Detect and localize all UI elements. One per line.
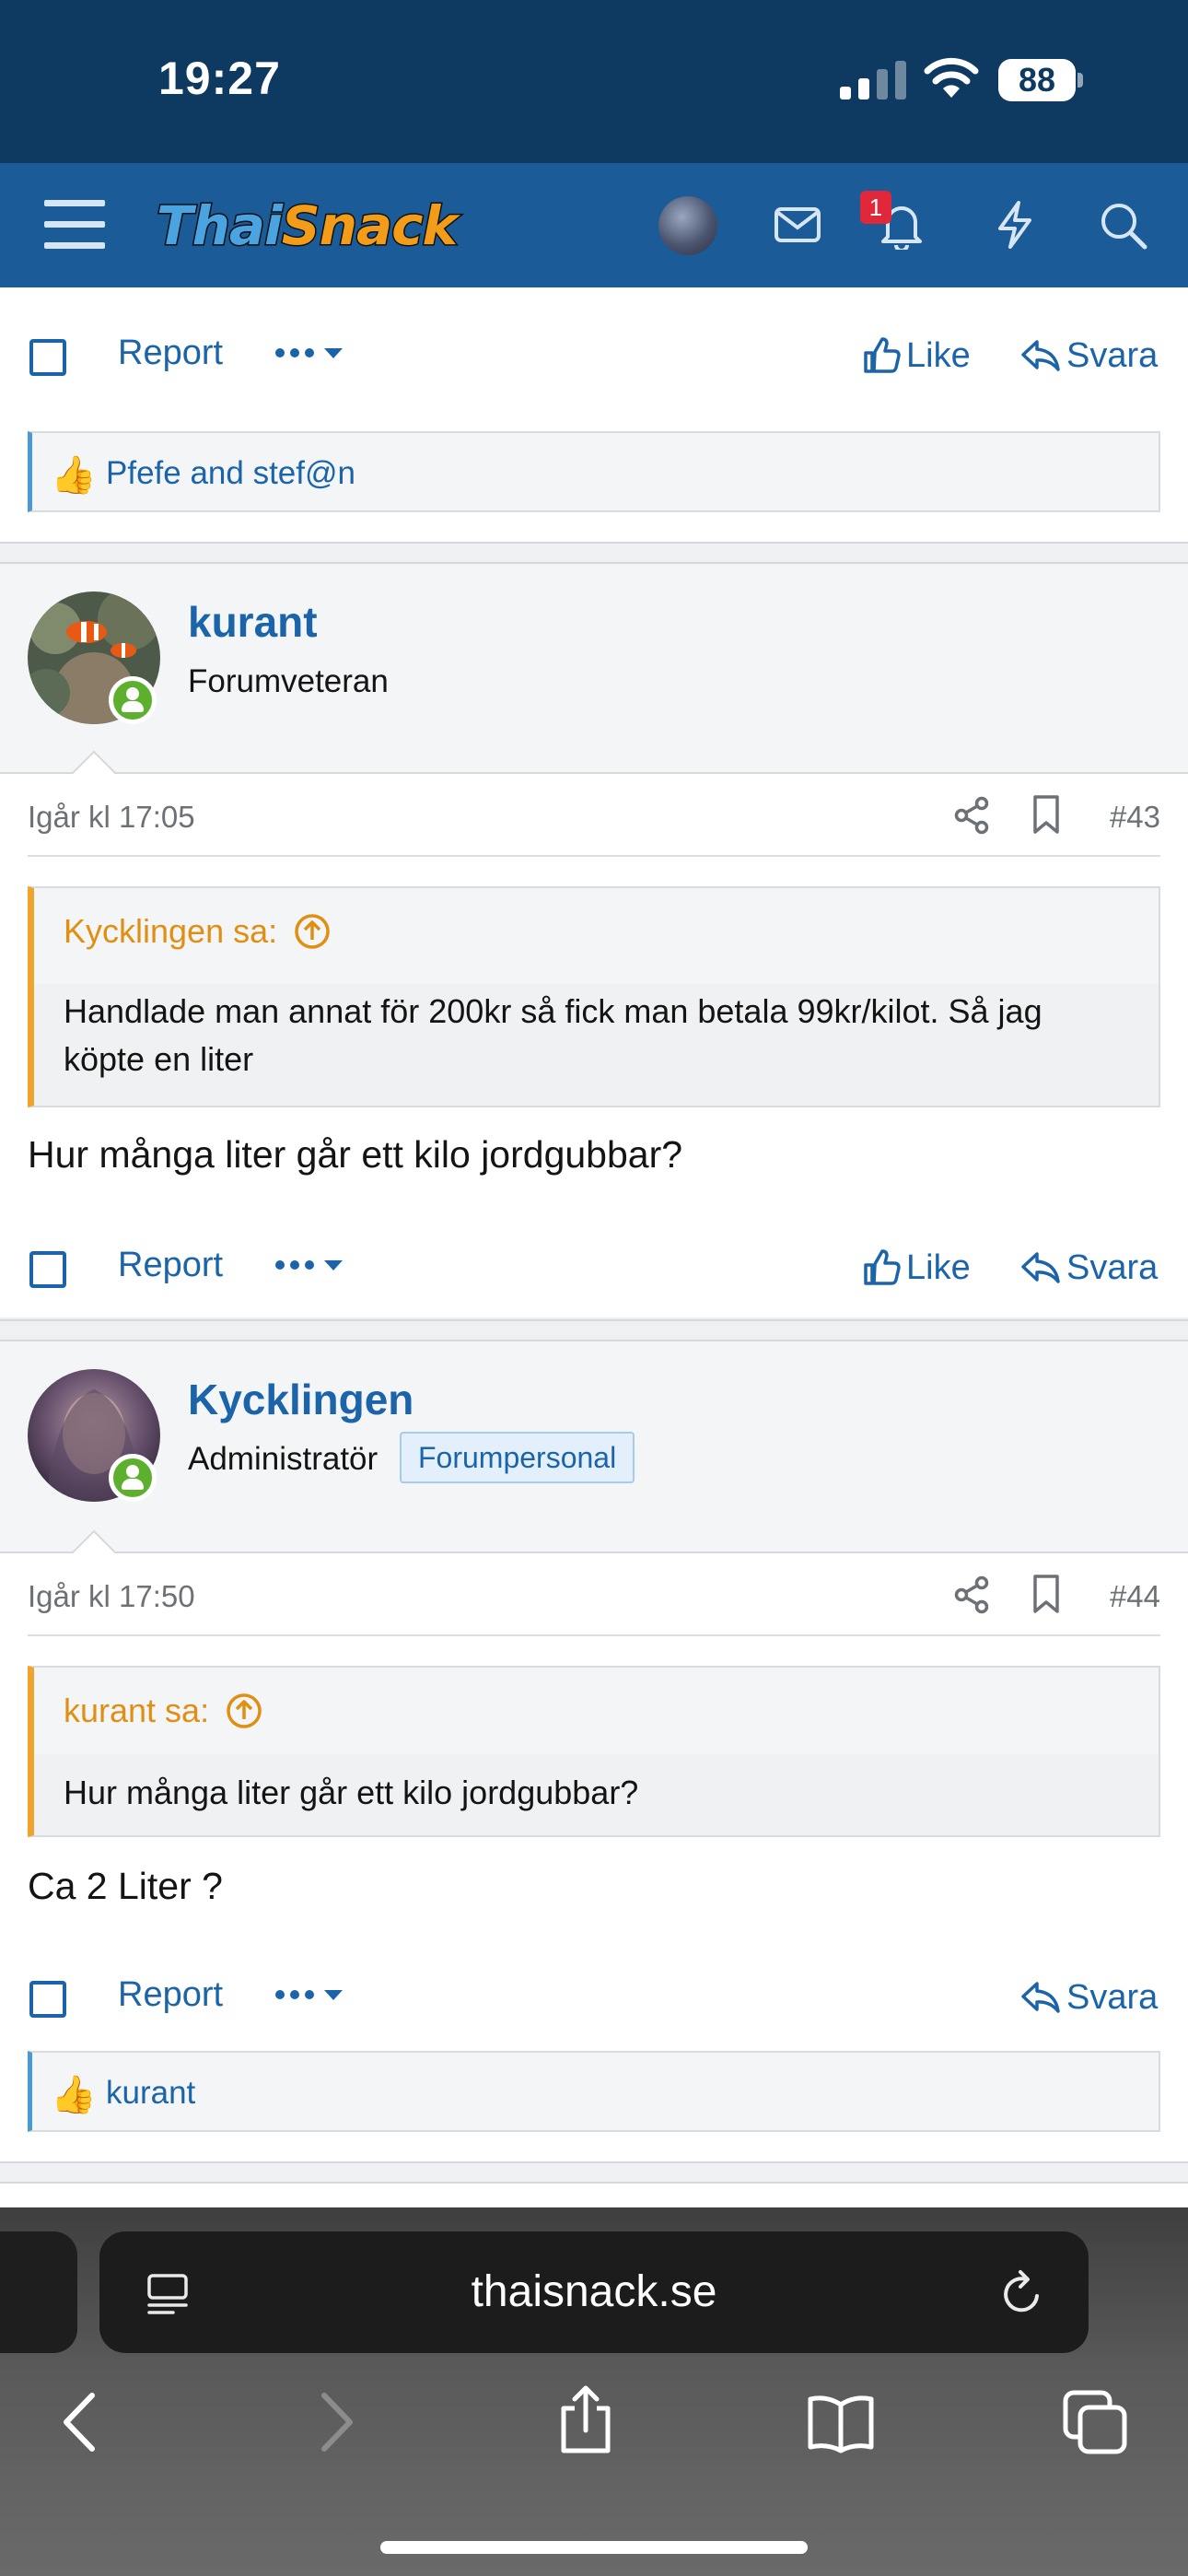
post-separator [0, 542, 1188, 564]
arrow-up-circle-icon[interactable] [226, 1692, 262, 1729]
thumbs-up-reaction-icon: 👍 [51, 2075, 97, 2115]
hamburger-menu-icon[interactable] [44, 196, 105, 252]
select-checkbox[interactable] [29, 1981, 66, 2018]
post-separator [0, 2161, 1188, 2184]
app-header: ThaiSnack 1 [0, 163, 1188, 287]
reply-arrow-icon [1021, 340, 1060, 371]
report-link[interactable]: Report [118, 334, 223, 373]
post-actions: Report Like Svara [0, 1229, 1188, 1312]
thumbs-up-icon [864, 337, 901, 373]
report-link[interactable]: Report [118, 1246, 223, 1285]
post-caret [72, 1529, 116, 1553]
tabs-overview-icon[interactable] [1063, 2390, 1127, 2454]
battery-level: 88 [1018, 61, 1056, 99]
post-previous: Report Like Svara 👍 Pfefe and stef@n [0, 287, 1188, 544]
wifi-icon [924, 57, 979, 98]
reply-arrow-icon [1021, 1252, 1060, 1283]
post-message: Hur många liter går ett kilo jordgubbar? [28, 1133, 683, 1176]
lightning-bolt-icon[interactable] [995, 200, 1035, 250]
select-checkbox[interactable] [29, 339, 66, 376]
quote-author-label: kurant sa: [64, 1692, 210, 1729]
select-checkbox[interactable] [29, 1251, 66, 1288]
quote-author-label: Kycklingen sa: [64, 912, 278, 950]
reply-label: Svara [1066, 1977, 1159, 2017]
like-button[interactable]: Like [862, 330, 971, 381]
status-bar: 19:27 88 [0, 0, 1188, 163]
like-label: Like [906, 1247, 971, 1287]
back-icon[interactable] [59, 2390, 99, 2454]
user-title: Administratör [188, 1441, 379, 1477]
quote-block: kurant sa: Hur många liter går ett kilo … [28, 1666, 1160, 1837]
post-caret [72, 750, 116, 774]
quote-block: Kycklingen sa: Handlade man annat för 20… [28, 886, 1160, 1107]
thumbs-up-reaction-icon: 👍 [51, 455, 97, 496]
reload-icon[interactable] [998, 2268, 1046, 2318]
share-icon[interactable] [952, 796, 991, 835]
reactions-bar[interactable]: 👍 Pfefe and stef@n [28, 431, 1160, 512]
post-meta: Igår kl 17:50 #44 [28, 1553, 1160, 1636]
quote-text: Handlade man annat för 200kr så fick man… [64, 992, 1042, 1078]
arrow-up-circle-icon[interactable] [294, 913, 331, 950]
more-options-icon[interactable] [273, 1242, 355, 1288]
status-time: 19:27 [158, 53, 281, 104]
forward-icon[interactable] [317, 2390, 357, 2454]
home-indicator [380, 2541, 808, 2554]
post-time[interactable]: Igår kl 17:05 [28, 800, 195, 835]
notification-badge: 1 [860, 191, 891, 224]
more-options-icon[interactable] [273, 1972, 355, 2018]
post-actions: Report Svara [0, 1959, 1188, 2042]
address-bar[interactable]: thaisnack.se [99, 2231, 1089, 2353]
post-number[interactable]: #43 [1110, 800, 1160, 835]
report-link[interactable]: Report [118, 1975, 223, 2015]
reply-button[interactable]: Svara [1020, 330, 1158, 381]
like-button[interactable]: Like [862, 1242, 971, 1294]
username[interactable]: Kycklingen [188, 1375, 413, 1424]
user-avatar[interactable] [658, 196, 717, 255]
search-icon[interactable] [1098, 200, 1147, 250]
online-status-icon [109, 676, 157, 724]
bookmark-icon[interactable] [1028, 794, 1065, 835]
online-status-icon [109, 1454, 157, 1502]
post-44: Igår kl 17:50 #44 kurant sa: Hur många l… [0, 1553, 1188, 2161]
battery-indicator: 88 [998, 59, 1083, 101]
quote-author[interactable]: Kycklingen sa: [64, 912, 331, 951]
post-separator [0, 1319, 1188, 1341]
more-options-icon[interactable] [273, 330, 355, 376]
mail-icon[interactable] [774, 204, 821, 246]
share-icon[interactable] [556, 2384, 615, 2454]
site-logo[interactable]: ThaiSnack [156, 191, 460, 261]
quote-author[interactable]: kurant sa: [64, 1692, 262, 1730]
reply-label: Svara [1066, 1247, 1159, 1287]
reply-button[interactable]: Svara [1020, 1972, 1158, 2023]
post-actions: Report Like Svara [0, 317, 1188, 400]
user-title: Forumveteran [188, 663, 389, 699]
thumbs-up-icon [864, 1249, 901, 1285]
reaction-users[interactable]: kurant [106, 2075, 195, 2112]
bookmarks-book-icon[interactable] [807, 2394, 875, 2454]
reply-button[interactable]: Svara [1020, 1242, 1158, 1294]
post-user-block: Kycklingen Administratör Forumpersonal [0, 1341, 1188, 1553]
post-time[interactable]: Igår kl 17:50 [28, 1579, 195, 1614]
like-label: Like [906, 335, 971, 375]
post-number[interactable]: #44 [1110, 1579, 1160, 1614]
post-43: Igår kl 17:05 #43 Kycklingen sa: Handlad… [0, 774, 1188, 1317]
reactions-bar[interactable]: 👍 kurant [28, 2051, 1160, 2132]
reply-arrow-icon [1021, 1982, 1060, 2013]
reaction-users[interactable]: Pfefe and stef@n [106, 455, 355, 492]
share-icon[interactable] [952, 1575, 991, 1614]
post-message: Ca 2 Liter ? [28, 1865, 223, 1907]
staff-badge[interactable]: Forumpersonal [400, 1432, 635, 1483]
browser-toolbar: thaisnack.se [0, 2207, 1188, 2576]
previous-tab-pill[interactable] [0, 2231, 77, 2353]
reply-label: Svara [1066, 335, 1159, 375]
bookmark-icon[interactable] [1028, 1574, 1065, 1614]
post-meta: Igår kl 17:05 #43 [28, 774, 1160, 857]
username[interactable]: kurant [188, 597, 318, 647]
cellular-signal-icon [840, 61, 906, 100]
quote-text: Hur många liter går ett kilo jordgubbar? [64, 1774, 639, 1811]
url-text[interactable]: thaisnack.se [99, 2231, 1089, 2353]
post-user-block: kurant Forumveteran [0, 564, 1188, 774]
